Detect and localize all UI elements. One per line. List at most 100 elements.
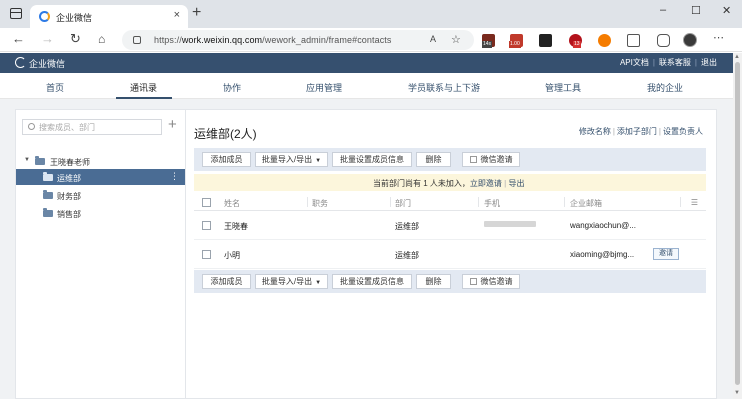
folder-icon <box>35 156 45 165</box>
forward-icon[interactable]: → <box>41 32 54 46</box>
add-member-button[interactable]: 添加成员 <box>202 274 251 289</box>
more-menu-icon[interactable]: ⋯ <box>713 31 724 44</box>
nav-my-enterprise[interactable]: 我的企业 <box>647 81 683 94</box>
nav-contacts[interactable]: 通讯录 <box>130 81 157 94</box>
column-name[interactable]: 姓名 <box>224 198 240 209</box>
invite-now-link[interactable]: 立即邀请 <box>470 179 502 188</box>
nav-home[interactable]: 首页 <box>46 81 64 94</box>
wechat-invite-button[interactable]: 微信邀请 <box>462 152 520 167</box>
tree-item-finance-dept[interactable]: 财务部 <box>16 187 185 203</box>
extension-icon[interactable] <box>627 34 640 47</box>
delete-button[interactable]: 删除 <box>416 152 451 167</box>
wework-logo-icon <box>15 57 26 68</box>
member-name[interactable]: 王晓春 <box>224 221 248 232</box>
column-department[interactable]: 部门 <box>395 198 411 209</box>
tree-item-sales-dept[interactable]: 销售部 <box>16 205 185 221</box>
member-search-input[interactable] <box>39 122 159 133</box>
rename-link[interactable]: 修改名称 <box>579 127 611 136</box>
top-action-bar: 添加成员 批量导入/导出 ▼ 批量设置成员信息 删除 微信邀请 <box>194 148 706 171</box>
tree-root-node[interactable]: ▼ 王晓春老师 <box>16 153 185 169</box>
member-department: 运维部 <box>395 251 419 260</box>
nav-management-tools[interactable]: 管理工具 <box>545 81 581 94</box>
folder-icon <box>43 190 53 199</box>
member-search-box[interactable] <box>22 119 162 135</box>
department-tree-panel: + ▼ 王晓春老师 运维部 ⋮ 财务部 销售部 <box>15 109 186 399</box>
extension-icon[interactable] <box>539 34 552 47</box>
new-tab-icon[interactable]: + <box>192 5 201 21</box>
profile-avatar[interactable] <box>683 33 697 47</box>
add-member-button[interactable]: 添加成员 <box>202 152 251 167</box>
delete-button[interactable]: 删除 <box>416 274 451 289</box>
qr-icon <box>469 278 477 285</box>
batch-set-member-button[interactable]: 批量设置成员信息 <box>332 152 412 167</box>
tab-close-icon[interactable]: × <box>174 9 180 21</box>
close-window-icon[interactable]: ✕ <box>722 4 731 17</box>
tree-root-label: 王晓春老师 <box>50 158 90 167</box>
member-department: 运维部 <box>395 222 419 231</box>
caret-down-icon[interactable]: ▼ <box>24 157 30 163</box>
table-row[interactable]: 小明 运维部 xiaoming@bjmg... 邀请 <box>194 240 706 269</box>
caret-down-icon: ▼ <box>315 280 322 286</box>
department-actions: 修改名称 | 添加子部门 | 设置负责人 <box>578 127 703 136</box>
scroll-down-icon[interactable]: ▼ <box>734 390 740 396</box>
more-options-icon[interactable]: ⋮ <box>170 171 179 182</box>
batch-import-export-button[interactable]: 批量导入/导出 ▼ <box>255 152 328 167</box>
table-row[interactable]: 王晓春 运维部 wangxiaochun@... <box>194 211 706 240</box>
logout-link[interactable]: 退出 <box>701 57 717 68</box>
nav-app-management[interactable]: 应用管理 <box>306 81 342 94</box>
scrollbar-thumb[interactable] <box>735 62 740 385</box>
top-nav: 首页 通讯录 协作 应用管理 学员联系与上下游 管理工具 我的企业 <box>0 73 733 99</box>
qr-icon <box>469 156 477 163</box>
collections-icon[interactable] <box>657 34 670 47</box>
browser-toolbar: ← → ↻ ⌂ https://work.weixin.qq.com/wewor… <box>0 28 742 52</box>
tree-item-label: 财务部 <box>57 192 81 201</box>
extension-icon[interactable] <box>598 34 611 47</box>
back-icon[interactable]: ← <box>12 32 25 46</box>
window-menu-icon[interactable] <box>10 8 22 19</box>
nav-collaboration[interactable]: 协作 <box>223 81 241 94</box>
invite-button[interactable]: 邀请 <box>653 248 679 260</box>
app-logo-text[interactable]: 企业微信 <box>29 57 65 70</box>
address-bar[interactable]: https://work.weixin.qq.com/wework_admin/… <box>122 30 474 50</box>
browser-tab-bar: 企业微信 × + – ☐ ✕ <box>0 0 742 28</box>
tree-item-label: 销售部 <box>57 210 81 219</box>
search-icon <box>28 123 35 130</box>
add-subdept-link[interactable]: 添加子部门 <box>617 127 657 136</box>
column-email[interactable]: 企业邮箱 <box>570 198 602 209</box>
nav-student-contacts[interactable]: 学员联系与上下游 <box>408 81 480 94</box>
contact-support-link[interactable]: 联系客服 <box>659 57 691 68</box>
tree-item-ops-dept[interactable]: 运维部 ⋮ <box>16 169 185 185</box>
column-settings-icon[interactable]: ☰ <box>691 198 698 207</box>
row-checkbox[interactable] <box>202 250 211 259</box>
read-aloud-icon[interactable]: A <box>430 34 436 44</box>
member-name[interactable]: 小明 <box>224 250 240 261</box>
home-icon[interactable]: ⌂ <box>98 32 105 46</box>
favorite-star-icon[interactable]: ☆ <box>451 33 461 46</box>
member-email: xiaoming@bjmg... <box>570 250 635 259</box>
url-text[interactable]: https://work.weixin.qq.com/wework_admin/… <box>154 35 392 45</box>
members-panel: 运维部(2人) 修改名称 | 添加子部门 | 设置负责人 添加成员 批量导入/导出 ▼ 批… <box>186 109 717 399</box>
lock-icon <box>133 36 141 44</box>
column-phone[interactable]: 手机 <box>484 198 500 209</box>
column-title[interactable]: 职务 <box>312 198 328 209</box>
browser-tab[interactable]: 企业微信 × <box>30 5 188 28</box>
reload-icon[interactable]: ↻ <box>70 32 81 46</box>
add-icon[interactable]: + <box>168 117 177 132</box>
batch-set-member-button[interactable]: 批量设置成员信息 <box>332 274 412 289</box>
extension-badge: 13 <box>573 41 581 48</box>
wechat-invite-button[interactable]: 微信邀请 <box>462 274 520 289</box>
set-leader-link[interactable]: 设置负责人 <box>663 127 703 136</box>
scroll-up-icon[interactable]: ▲ <box>734 54 740 60</box>
maximize-icon[interactable]: ☐ <box>691 4 701 17</box>
api-docs-link[interactable]: API文档 <box>620 57 649 68</box>
select-all-checkbox[interactable] <box>202 198 211 207</box>
table-header: 姓名 职务 部门 手机 企业邮箱 ☰ <box>194 193 706 211</box>
minimize-icon[interactable]: – <box>660 4 666 16</box>
caret-down-icon: ▼ <box>315 158 322 164</box>
app-header: 企业微信 API文档 | 联系客服 | 退出 <box>0 53 733 73</box>
batch-import-export-button[interactable]: 批量导入/导出 ▼ <box>255 274 328 289</box>
member-email: wangxiaochun@... <box>570 221 636 230</box>
export-link[interactable]: 导出 <box>508 179 524 188</box>
row-checkbox[interactable] <box>202 221 211 230</box>
tab-title: 企业微信 <box>56 13 93 23</box>
